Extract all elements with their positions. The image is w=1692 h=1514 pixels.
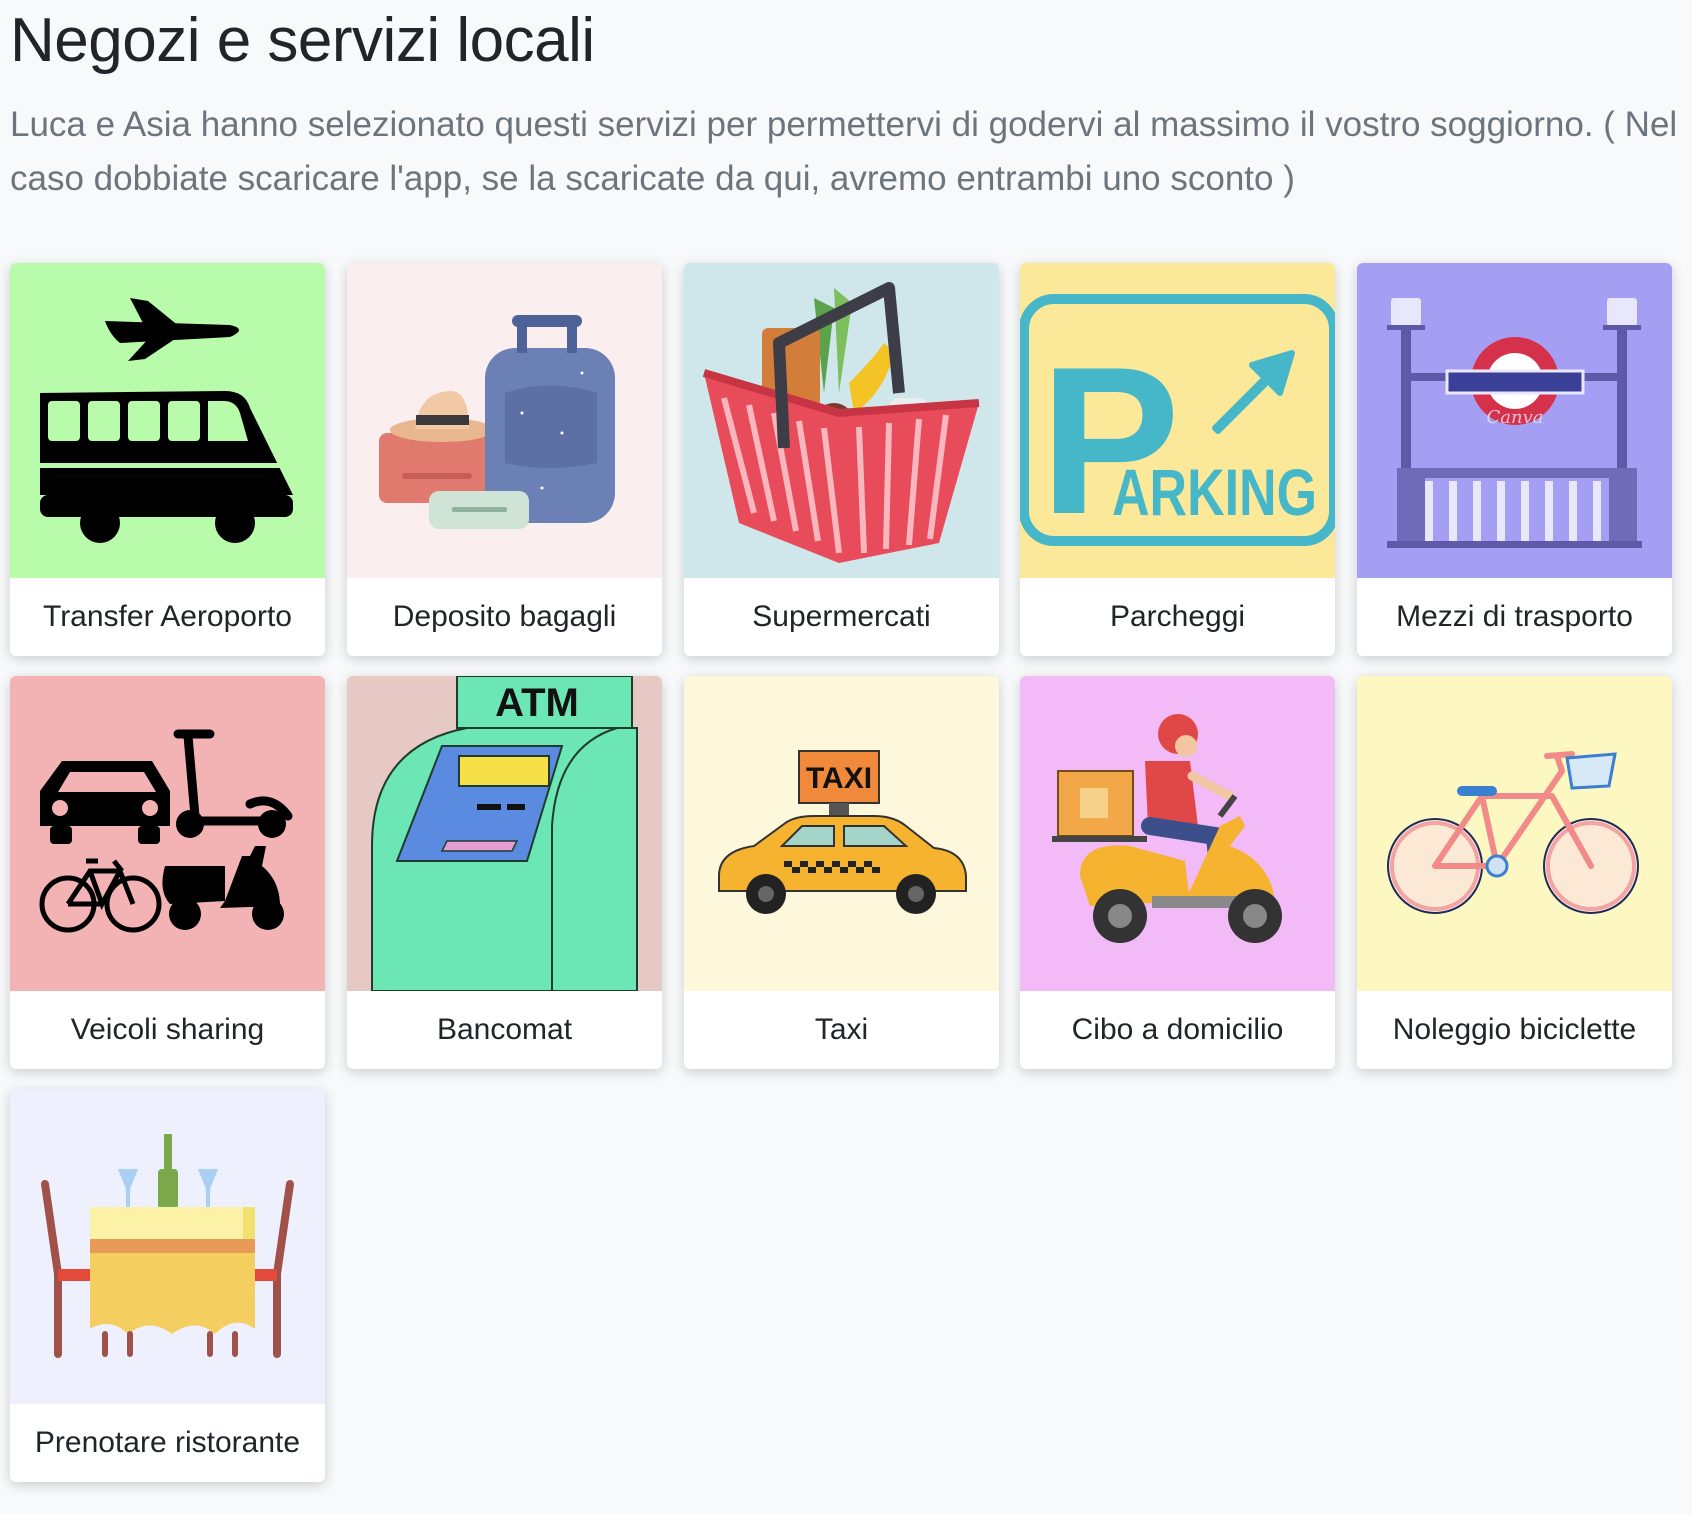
shopping-basket-icon [684,263,999,578]
service-card-label: Transfer Aeroporto [42,600,292,633]
service-card-transfer-aeroporto[interactable]: Transfer Aeroporto [10,263,325,656]
service-card-noleggio-biciclette[interactable]: Noleggio biciclette [1357,676,1672,1069]
service-card-label: Bancomat [436,1013,573,1046]
svg-text:TAXI: TAXI [806,762,872,795]
vehicle-sharing-icon [10,676,325,991]
atm-icon: ATM [347,676,662,991]
food-delivery-icon [1020,676,1335,991]
taxi-icon: TAXI [684,676,999,991]
service-card-label: Cibo a domicilio [1071,1013,1284,1046]
service-card-parcheggi[interactable]: P ARKING Parcheggi [1020,263,1335,656]
service-card-label: Noleggio biciclette [1392,1013,1637,1046]
service-card-label: Mezzi di trasporto [1396,600,1633,633]
svg-text:Canva: Canva [1487,407,1544,428]
service-card-label: Parcheggi [1109,600,1246,633]
service-card-taxi[interactable]: TAXI Taxi [684,676,999,1069]
metro-station-icon: Canva [1357,263,1672,578]
service-card-label: Supermercati [752,600,931,633]
service-card-deposito-bagagli[interactable]: Deposito bagagli [347,263,662,656]
restaurant-table-icon [10,1089,325,1404]
service-card-supermercati[interactable]: Supermercati [684,263,999,656]
service-card-mezzi-di-trasporto[interactable]: Canva Mezzi di trasporto [1357,263,1672,656]
luggage-icon [347,263,662,578]
service-card-label: Taxi [814,1013,869,1046]
page-description: Luca e Asia hanno selezionato questi ser… [10,105,1678,198]
airport-shuttle-icon [10,263,325,578]
service-card-prenotare-ristorante[interactable]: Prenotare ristorante [10,1089,325,1482]
page-title: Negozi e servizi locali [10,6,595,75]
service-card-veicoli-sharing[interactable]: Veicoli sharing [10,676,325,1069]
service-card-label: Prenotare ristorante [34,1426,301,1459]
parking-sign-icon: P ARKING [1020,263,1335,578]
svg-text:ATM: ATM [495,681,579,725]
service-card-cibo-a-domicilio[interactable]: Cibo a domicilio [1020,676,1335,1069]
bicycle-icon [1357,676,1672,991]
svg-text:ARKING: ARKING [1112,455,1317,529]
service-card-label: Veicoli sharing [70,1013,265,1046]
service-card-bancomat[interactable]: ATM Bancomat [347,676,662,1069]
service-card-label: Deposito bagagli [392,600,617,633]
